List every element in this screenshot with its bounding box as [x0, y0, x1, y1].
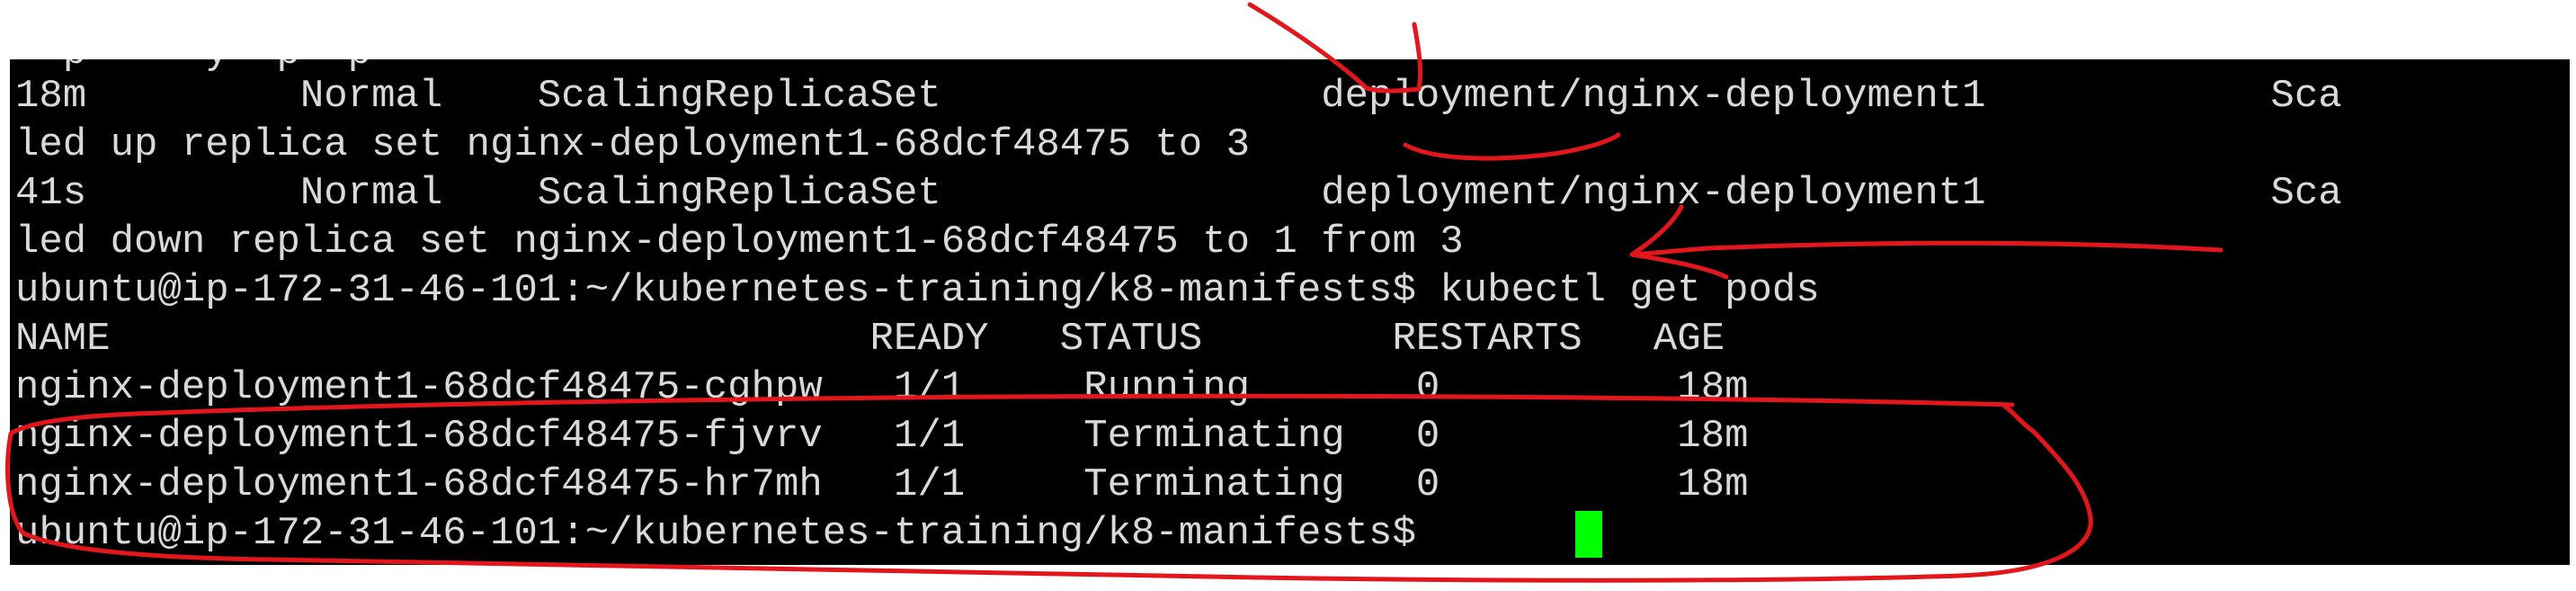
terminal-line-command: ubuntu@ip-172-31-46-101:~/kubernetes-tra…	[15, 268, 1820, 313]
terminal-cursor[interactable]	[1575, 511, 1602, 558]
terminal-line-event-scaled-up: 18m Normal ScalingReplicaSet deployment/…	[15, 74, 2342, 119]
terminal-line-event-scaled-down-message: led down replica set nginx-deployment1-6…	[15, 219, 1464, 264]
terminal-line-prompt: ubuntu@ip-172-31-46-101:~/kubernetes-tra…	[15, 511, 1440, 556]
terminal-line-event-scaled-down: 41s Normal ScalingReplicaSet deployment/…	[15, 171, 2342, 216]
terminal-line-pod-terminating-1: nginx-deployment1-68dcf48475-fjvrv 1/1 T…	[15, 414, 1749, 459]
terminal-line-event-scaled-up-message: led up replica set nginx-deployment1-68d…	[15, 122, 1251, 167]
terminal-line-pod-terminating-2: nginx-deployment1-68dcf48475-hr7mh 1/1 T…	[15, 462, 1749, 507]
terminal-window[interactable]: p y p p 18m Normal ScalingReplicaSet dep…	[10, 59, 2570, 565]
terminal-line-header: NAME READY STATUS RESTARTS AGE	[15, 317, 1725, 362]
terminal-line-pod-running: nginx-deployment1-68dcf48475-cghpw 1/1 R…	[15, 365, 1749, 410]
